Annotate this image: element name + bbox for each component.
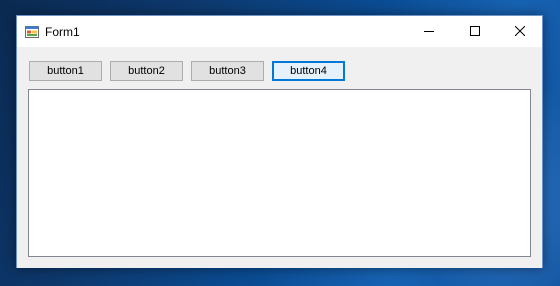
minimize-button[interactable] bbox=[406, 16, 452, 47]
form-window: Form1 button1 button2 button3 button4 bbox=[16, 15, 543, 268]
window-title: Form1 bbox=[45, 25, 80, 39]
minimize-icon bbox=[424, 23, 434, 41]
output-textbox[interactable] bbox=[28, 89, 531, 257]
button1[interactable]: button1 bbox=[29, 61, 102, 81]
maximize-icon bbox=[470, 23, 480, 41]
winforms-app-icon bbox=[25, 25, 39, 38]
button3[interactable]: button3 bbox=[191, 61, 264, 81]
desktop-background: Form1 button1 button2 button3 button4 bbox=[0, 0, 560, 286]
close-button[interactable] bbox=[497, 16, 543, 47]
button2[interactable]: button2 bbox=[110, 61, 183, 81]
client-area: button1 button2 button3 button4 bbox=[17, 47, 542, 268]
button4[interactable]: button4 bbox=[272, 61, 345, 81]
close-icon bbox=[514, 23, 526, 41]
maximize-button[interactable] bbox=[452, 16, 498, 47]
title-bar[interactable]: Form1 bbox=[17, 16, 542, 47]
